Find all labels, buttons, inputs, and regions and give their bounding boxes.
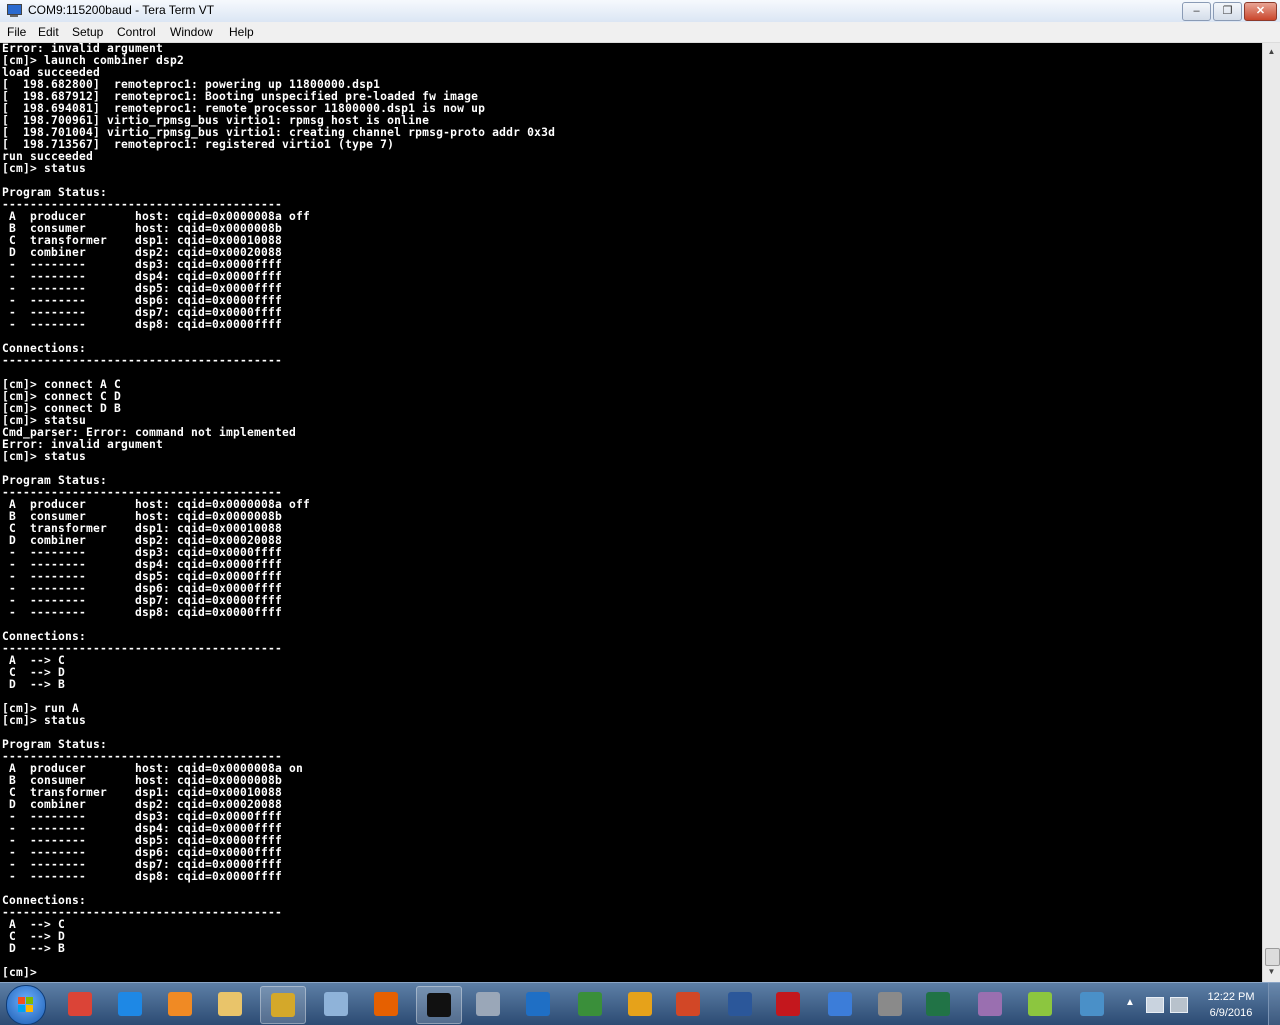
acrobat-icon bbox=[776, 992, 800, 1016]
title-bar: COM9:115200baud - Tera Term VT – ❐ ✕ bbox=[0, 0, 1280, 23]
taskbar-chrome-button[interactable] bbox=[58, 986, 102, 1022]
powerpoint-icon bbox=[676, 992, 700, 1016]
taskbar-paint-button[interactable] bbox=[314, 986, 358, 1022]
show-desktop-button[interactable] bbox=[1268, 983, 1280, 1025]
scroll-down-arrow-icon[interactable]: ▼ bbox=[1265, 965, 1278, 978]
paint-icon bbox=[324, 992, 348, 1016]
terminal-line: ---------------------------------------- bbox=[2, 906, 283, 919]
tera-term-app-icon[interactable] bbox=[6, 3, 22, 18]
lync-icon bbox=[526, 992, 550, 1016]
taskbar-outlook-button[interactable] bbox=[618, 986, 662, 1022]
menu-edit[interactable]: Edit bbox=[38, 25, 59, 39]
clock-time: 12:22 PM bbox=[1207, 991, 1255, 1003]
taskbar: ▲ 12:22 PM 6/9/2016 bbox=[0, 982, 1280, 1025]
taskbar-internet-explorer-button[interactable] bbox=[108, 986, 152, 1022]
photo-viewer-icon bbox=[1080, 992, 1104, 1016]
chrome-icon bbox=[68, 992, 92, 1016]
taskbar-project-button[interactable] bbox=[568, 986, 612, 1022]
windows-logo-icon bbox=[18, 997, 34, 1013]
terminal-output: Error: invalid argument [cm]> launch comb… bbox=[2, 43, 555, 979]
word-icon bbox=[728, 992, 752, 1016]
menu-setup[interactable]: Setup bbox=[72, 25, 103, 39]
excel-icon bbox=[926, 992, 950, 1016]
terminal-line: [cm]> status bbox=[2, 162, 87, 175]
terminal-line: D --> B bbox=[2, 942, 66, 955]
terminal-line: ---------------------------------------- bbox=[2, 642, 283, 655]
taskbar-lync-button[interactable] bbox=[516, 986, 560, 1022]
terminal-line: C --> D bbox=[2, 930, 66, 943]
taskbar-word-button[interactable] bbox=[718, 986, 762, 1022]
show-hidden-icons-arrow-icon[interactable]: ▲ bbox=[1125, 997, 1135, 1008]
command-prompt-icon bbox=[427, 993, 451, 1017]
project-icon bbox=[578, 992, 602, 1016]
menu-control[interactable]: Control bbox=[117, 25, 156, 39]
winrar-icon bbox=[978, 992, 1002, 1016]
firefox-icon bbox=[374, 992, 398, 1016]
taskbar-powerpoint-button[interactable] bbox=[666, 986, 710, 1022]
media-player-icon bbox=[168, 992, 192, 1016]
virtualbox-icon bbox=[878, 992, 902, 1016]
terminal-line: A --> C bbox=[2, 918, 66, 931]
terminal-line: D --> B bbox=[2, 678, 66, 691]
wordpad-icon bbox=[828, 992, 852, 1016]
taskbar-tera-term-button[interactable] bbox=[260, 986, 306, 1024]
terminal-line: [cm]> status bbox=[2, 450, 87, 463]
window-title: COM9:115200baud - Tera Term VT bbox=[28, 3, 215, 17]
scroll-thumb[interactable] bbox=[1265, 948, 1280, 966]
taskbar-command-prompt-button[interactable] bbox=[416, 986, 462, 1024]
menu-help[interactable]: Help bbox=[229, 25, 254, 39]
taskbar-excel-button[interactable] bbox=[916, 986, 960, 1022]
terminal-area[interactable]: Error: invalid argument [cm]> launch comb… bbox=[0, 43, 1262, 982]
internet-explorer-icon bbox=[118, 992, 142, 1016]
taskbar-virtualbox-button[interactable] bbox=[868, 986, 912, 1022]
menu-window[interactable]: Window bbox=[170, 25, 213, 39]
taskbar-winrar-button[interactable] bbox=[968, 986, 1012, 1022]
taskbar-firefox-button[interactable] bbox=[364, 986, 408, 1022]
network-tray-icon[interactable] bbox=[1146, 997, 1164, 1013]
terminal-line: - -------- dsp8: cqid=0x0000ffff bbox=[2, 870, 283, 883]
terminal-line: [cm]> status bbox=[2, 714, 87, 727]
taskbar-wordpad-button[interactable] bbox=[818, 986, 862, 1022]
calculator-icon bbox=[476, 992, 500, 1016]
terminal-line: [cm]> bbox=[2, 966, 38, 979]
taskbar-file-explorer-button[interactable] bbox=[208, 986, 252, 1022]
tera-term-icon bbox=[271, 993, 295, 1017]
vertical-scrollbar[interactable]: ▲ ▼ bbox=[1262, 43, 1280, 982]
action-center-tray-icon[interactable] bbox=[1170, 997, 1188, 1013]
outlook-icon bbox=[628, 992, 652, 1016]
maximize-button[interactable]: ❐ bbox=[1213, 2, 1242, 21]
taskbar-calculator-button[interactable] bbox=[466, 986, 510, 1022]
start-button[interactable] bbox=[6, 985, 46, 1025]
taskbar-acrobat-button[interactable] bbox=[766, 986, 810, 1022]
menu-bar: File Edit Setup Control Window Help bbox=[0, 22, 1280, 43]
scroll-up-arrow-icon[interactable]: ▲ bbox=[1265, 45, 1278, 58]
terminal-line: A --> C bbox=[2, 654, 66, 667]
terminal-line: - -------- dsp8: cqid=0x0000ffff bbox=[2, 318, 283, 331]
taskbar-photo-viewer-button[interactable] bbox=[1070, 986, 1114, 1022]
taskbar-media-player-button[interactable] bbox=[158, 986, 202, 1022]
file-explorer-icon bbox=[218, 992, 242, 1016]
network-tool-icon bbox=[1028, 992, 1052, 1016]
taskbar-network-tool-button[interactable] bbox=[1018, 986, 1062, 1022]
taskbar-clock[interactable]: 12:22 PM 6/9/2016 bbox=[1200, 989, 1262, 1021]
minimize-button[interactable]: – bbox=[1182, 2, 1211, 21]
terminal-line: ---------------------------------------- bbox=[2, 354, 283, 367]
menu-file[interactable]: File bbox=[7, 25, 26, 39]
close-button[interactable]: ✕ bbox=[1244, 2, 1277, 21]
terminal-line: C --> D bbox=[2, 666, 66, 679]
clock-date: 6/9/2016 bbox=[1209, 1007, 1253, 1019]
terminal-line: - -------- dsp8: cqid=0x0000ffff bbox=[2, 606, 283, 619]
